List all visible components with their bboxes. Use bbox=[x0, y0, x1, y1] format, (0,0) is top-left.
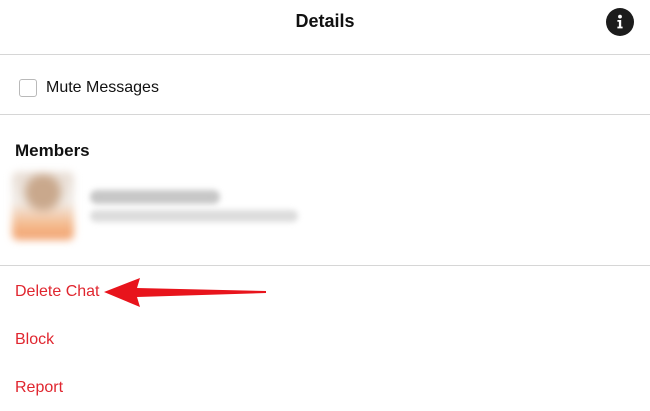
details-header: Details bbox=[0, 0, 650, 55]
delete-chat-button[interactable]: Delete Chat bbox=[15, 283, 100, 301]
page-title: Details bbox=[295, 11, 355, 31]
mute-messages-row: Mute Messages bbox=[0, 56, 650, 115]
member-item[interactable] bbox=[10, 172, 310, 242]
member-name-blurred bbox=[90, 190, 220, 204]
block-button[interactable]: Block bbox=[15, 331, 54, 349]
info-icon bbox=[606, 8, 634, 36]
member-subtitle-blurred bbox=[90, 210, 298, 222]
report-button[interactable]: Report bbox=[15, 379, 63, 397]
mute-messages-checkbox[interactable] bbox=[19, 79, 37, 97]
members-heading: Members bbox=[15, 141, 90, 160]
arrow-left-icon bbox=[104, 278, 266, 307]
info-button[interactable] bbox=[606, 8, 634, 36]
members-section: Members bbox=[0, 116, 650, 266]
avatar bbox=[12, 172, 74, 240]
mute-messages-label: Mute Messages bbox=[46, 79, 159, 96]
